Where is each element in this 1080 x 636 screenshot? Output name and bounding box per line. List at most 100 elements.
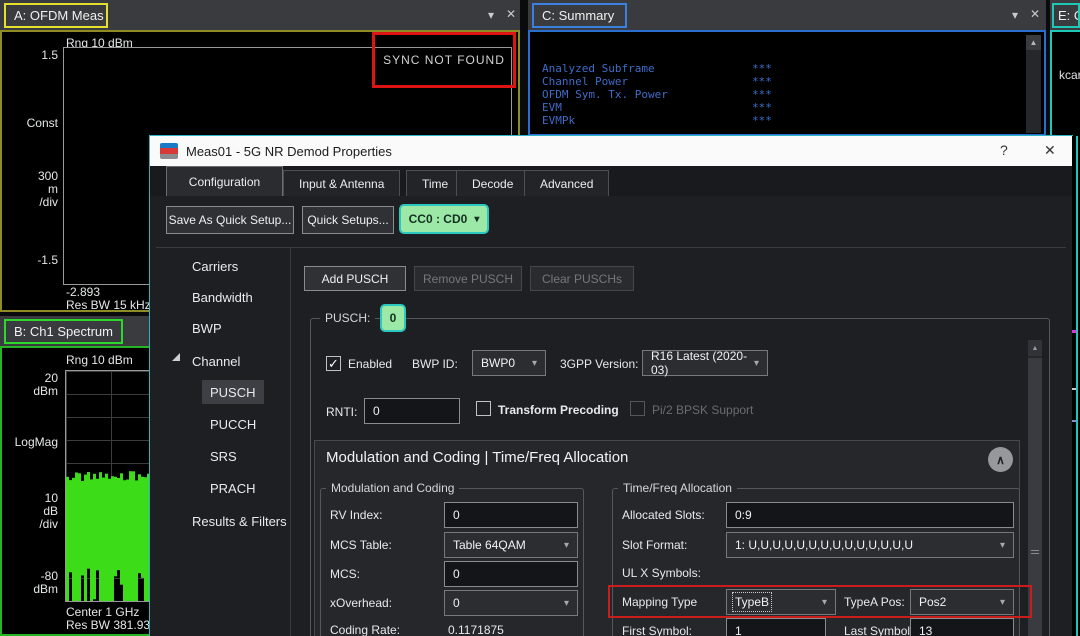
window-a-close-icon[interactable]: ✕ (502, 7, 520, 21)
section-title: Modulation and Coding | Time/Freq Alloca… (326, 449, 629, 466)
chevron-down-icon: ▾ (531, 357, 537, 369)
sidebar-item-carriers[interactable]: Carriers (184, 254, 284, 278)
summary-row-value: *** (752, 62, 772, 75)
first-symbol-label: First Symbol: (622, 624, 693, 636)
summary-row-value: *** (752, 114, 772, 127)
y-max-label: 1.5 (41, 48, 58, 62)
sidebar-item-results-filters[interactable]: Results & Filters (184, 509, 304, 533)
sidebar-item-pucch[interactable]: PUCCH (202, 412, 282, 436)
summary-row-value: *** (752, 75, 772, 88)
tab-configuration[interactable]: Configuration (166, 166, 283, 196)
scrollbar-grip (1031, 550, 1039, 554)
collapse-section-button[interactable]: ∧ (988, 447, 1013, 472)
enabled-checkbox[interactable]: ✓ (326, 356, 341, 371)
summary-row-value: *** (752, 101, 772, 114)
pusch-index-badge[interactable]: 0 (380, 304, 406, 332)
bwp-id-label: BWP ID: (412, 357, 458, 371)
summary-row-label: OFDM Sym. Tx. Power (542, 88, 668, 101)
coding-rate-value: 0.1171875 (448, 623, 504, 636)
last-symbol-input[interactable]: 13 (910, 618, 1014, 636)
remove-pusch-button[interactable]: Remove PUSCH (414, 266, 522, 291)
tab-advanced[interactable]: Advanced (524, 170, 610, 196)
window-a-titlebar[interactable]: A: OFDM Meas (0, 0, 520, 30)
clear-puschs-button[interactable]: Clear PUSCHs (530, 266, 634, 291)
summary-row-label: EVM (542, 101, 562, 114)
help-icon[interactable]: ? (1000, 142, 1008, 158)
slot-format-dropdown[interactable]: 1: U,U,U,U,U,U,U,U,U,U,U,U,U,U ▾ (726, 532, 1014, 558)
ul-x-symbols-label: UL X Symbols: (622, 566, 701, 580)
typea-pos-dropdown[interactable]: Pos2 ▾ (910, 589, 1014, 615)
window-a-minimize-icon[interactable]: ▾ (482, 8, 500, 22)
transform-precoding-label: Transform Precoding (498, 403, 619, 417)
quick-setups-button[interactable]: Quick Setups... (302, 206, 394, 234)
res-bw-label: Res BW 381.93 (66, 618, 151, 632)
tree-expander-icon[interactable] (172, 353, 180, 361)
mcs-table-label: MCS Table: (330, 538, 392, 552)
mcs-input[interactable]: 0 (444, 561, 578, 587)
rnti-label: RNTI: (326, 405, 358, 419)
window-e-edge (1072, 136, 1080, 636)
window-e-border-line (1076, 136, 1078, 636)
window-c-titlebar[interactable]: C: Summary (528, 0, 1046, 30)
dialog-close-icon[interactable]: ✕ (1044, 142, 1056, 159)
summary-scrollbar[interactable]: ▲ (1026, 35, 1041, 133)
y-min-label: -80 dBm (33, 569, 58, 596)
typea-pos-label: TypeA Pos: (844, 595, 905, 609)
app-icon (160, 143, 178, 159)
window-e-title: E: OF (1058, 7, 1080, 23)
scale-label: 10 dB /div (39, 491, 58, 531)
gpp-version-dropdown[interactable]: R16 Latest (2020-03) ▾ (642, 349, 768, 377)
sidebar-item-srs[interactable]: SRS (202, 444, 282, 468)
tab-input-antenna[interactable]: Input & Antenna (283, 170, 401, 196)
modulation-coding-group-label: Modulation and Coding (326, 481, 460, 495)
dialog-title: Meas01 - 5G NR Demod Properties (186, 143, 392, 159)
rv-index-input[interactable]: 0 (444, 502, 578, 528)
save-as-quick-setup-button[interactable]: Save As Quick Setup... (166, 206, 294, 234)
rnti-input[interactable]: 0 (364, 398, 460, 424)
chevron-down-icon: ▾ (999, 539, 1005, 551)
add-pusch-button[interactable]: Add PUSCH (304, 266, 406, 291)
sidebar-item-pusch[interactable]: PUSCH (202, 380, 264, 404)
scroll-up-icon[interactable]: ▲ (1028, 340, 1042, 356)
chevron-up-icon: ∧ (996, 452, 1005, 467)
mcs-table-dropdown[interactable]: Table 64QAM ▾ (444, 532, 578, 558)
clipped-text-fragment (1072, 330, 1076, 333)
sidebar-item-bandwidth[interactable]: Bandwidth (184, 285, 284, 309)
chevron-down-icon: ▾ (474, 213, 480, 225)
bwp-id-dropdown[interactable]: BWP0 ▾ (472, 350, 546, 376)
window-c-title: C: Summary (542, 7, 615, 23)
demod-properties-dialog: Meas01 - 5G NR Demod Properties ? ✕ Conf… (149, 135, 1073, 636)
mapping-type-dropdown[interactable]: TypeB ▾ (726, 589, 836, 615)
chevron-down-icon: ▾ (563, 597, 569, 609)
rv-index-label: RV Index: (330, 508, 383, 522)
allocated-slots-input[interactable]: 0:9 (726, 502, 1014, 528)
sidebar-item-channel[interactable]: Channel (184, 349, 284, 373)
trace-format-label: LogMag (14, 435, 58, 449)
clipped-text-fragment (1072, 388, 1076, 390)
scroll-up-icon[interactable]: ▲ (1026, 35, 1041, 50)
xoverhead-dropdown[interactable]: 0 ▾ (444, 590, 578, 616)
scrollbar-thumb[interactable] (1028, 358, 1042, 636)
pusch-group-label: PUSCH: (320, 311, 376, 325)
first-symbol-input[interactable]: 1 (726, 618, 826, 636)
mcs-label: MCS: (330, 567, 360, 581)
trace-format-label: Const (26, 116, 58, 130)
window-c: C: Summary ▾ ✕ Analyzed Subframe *** Cha… (528, 0, 1046, 136)
cc-selector-dropdown[interactable]: CC0 : CD0 ▾ (399, 204, 489, 234)
window-e-text: kcar (1059, 68, 1080, 82)
time-freq-group-label: Time/Freq Allocation (618, 481, 737, 495)
window-c-close-icon[interactable]: ✕ (1026, 7, 1044, 21)
pusch-scrollbar[interactable]: ▲ (1028, 340, 1042, 636)
summary-row-value: *** (752, 88, 772, 101)
chevron-down-icon: ▾ (999, 596, 1005, 608)
sidebar-item-prach[interactable]: PRACH (202, 476, 282, 500)
transform-precoding-checkbox[interactable] (476, 401, 491, 416)
window-a-title: A: OFDM Meas (14, 7, 104, 23)
window-e-titlebar[interactable]: E: OF (1050, 0, 1080, 30)
window-c-body: Analyzed Subframe *** Channel Power *** … (528, 30, 1046, 136)
tab-decode[interactable]: Decode (456, 170, 530, 196)
screen: A: OFDM Meas ▾ ✕ Rng 10 dBm 1.5 Const 30… (0, 0, 1080, 636)
dialog-titlebar[interactable]: Meas01 - 5G NR Demod Properties ? ✕ (150, 136, 1072, 166)
window-c-minimize-icon[interactable]: ▾ (1006, 8, 1024, 22)
sidebar-item-bwp[interactable]: BWP (184, 316, 284, 340)
